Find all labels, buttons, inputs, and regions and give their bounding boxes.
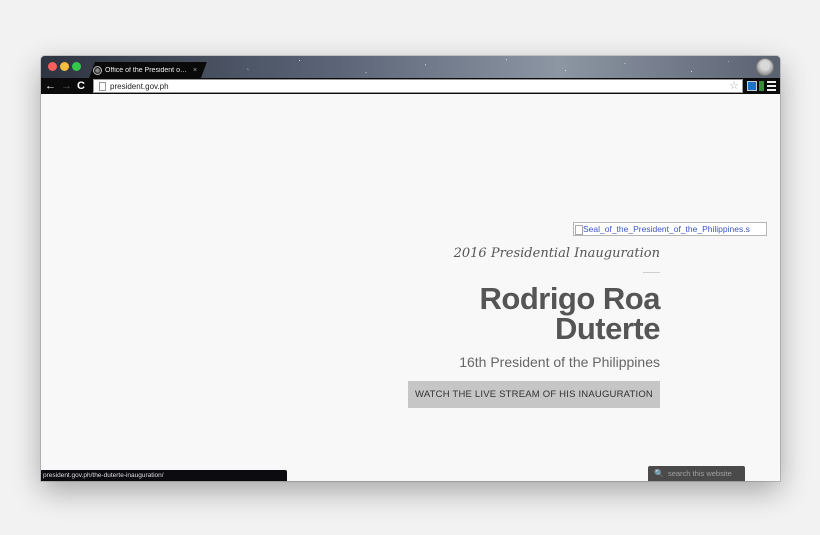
site-search[interactable]: 🔍 <box>648 466 746 481</box>
close-window-button[interactable] <box>48 62 57 71</box>
browser-window: Office of the President o… × ← → C presi… <box>41 56 780 481</box>
extension-icon[interactable] <box>747 81 757 91</box>
divider <box>643 272 660 273</box>
tab-close-icon[interactable]: × <box>193 67 197 74</box>
back-icon[interactable]: ← <box>45 79 56 93</box>
president-subtitle: 16th President of the Philippines <box>459 354 660 370</box>
seal-image-broken: Seal_of_the_President_of_the_Philippines… <box>573 222 767 236</box>
url-text[interactable]: president.gov.ph <box>110 81 169 92</box>
president-name-line2: Duterte <box>554 311 661 346</box>
page-icon <box>99 82 106 91</box>
search-icon: 🔍 <box>654 469 664 478</box>
menu-icon[interactable] <box>767 81 776 91</box>
title-bar: Office of the President o… × <box>41 56 780 78</box>
search-input[interactable] <box>667 469 746 478</box>
forward-icon[interactable]: → <box>61 79 72 93</box>
tab-title: Office of the President o… <box>105 66 187 74</box>
reload-icon[interactable]: C <box>77 79 85 93</box>
bookmark-star-icon[interactable]: ☆ <box>729 79 739 93</box>
browser-toolbar: ← → C president.gov.ph ☆ <box>41 78 780 94</box>
page-content: Seal_of_the_President_of_the_Philippines… <box>41 94 780 481</box>
browser-tab-content[interactable]: Office of the President o… × <box>93 63 201 77</box>
watch-live-stream-button[interactable]: WATCH THE LIVE STREAM OF HIS INAUGURATIO… <box>408 381 660 408</box>
president-name: Rodrigo Roa Duterte <box>400 283 661 346</box>
extension-secondary-icon[interactable] <box>759 81 764 91</box>
address-bar[interactable]: president.gov.ph ☆ <box>93 79 743 93</box>
inauguration-tagline: 2016 Presidential Inauguration <box>453 246 660 261</box>
profile-avatar-icon[interactable] <box>756 58 774 76</box>
maximize-window-button[interactable] <box>72 62 81 71</box>
minimize-window-button[interactable] <box>60 62 69 71</box>
favicon-icon <box>93 65 102 75</box>
status-bar-url: president.gov.ph/the-duterte-inauguratio… <box>41 470 287 481</box>
